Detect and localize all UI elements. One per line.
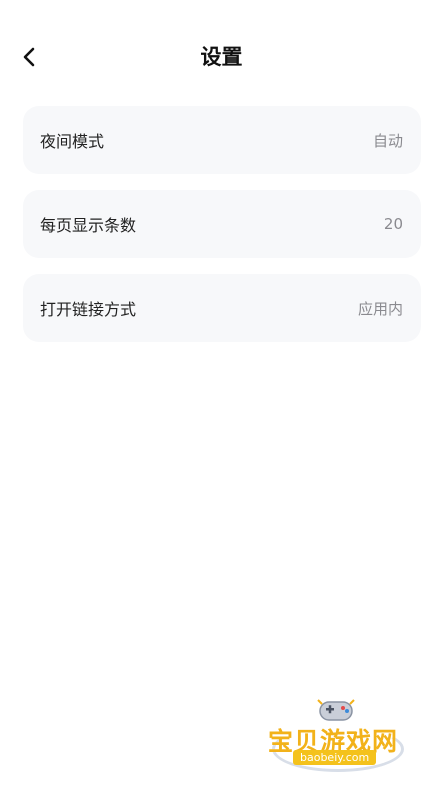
watermark-logo: 宝贝游戏网 baobeiy.com — [266, 690, 416, 780]
setting-label: 打开链接方式 — [40, 300, 137, 319]
setting-night-mode[interactable]: 夜间模式 自动 — [23, 106, 421, 174]
setting-label: 夜间模式 — [40, 132, 105, 151]
settings-list: 夜间模式 自动 每页显示条数 20 打开链接方式 应用内 — [23, 106, 421, 358]
setting-value: 自动 — [372, 131, 403, 150]
setting-label: 每页显示条数 — [40, 216, 137, 235]
gamepad-icon — [317, 699, 355, 721]
setting-value: 20 — [383, 215, 403, 233]
setting-open-links[interactable]: 打开链接方式 应用内 — [23, 274, 421, 342]
page-title: 设置 — [200, 45, 243, 69]
header-bar: 设置 — [0, 0, 443, 110]
watermark-url: baobeiy.com — [293, 750, 377, 765]
setting-value: 应用内 — [357, 299, 403, 318]
setting-items-per-page[interactable]: 每页显示条数 20 — [23, 190, 421, 258]
